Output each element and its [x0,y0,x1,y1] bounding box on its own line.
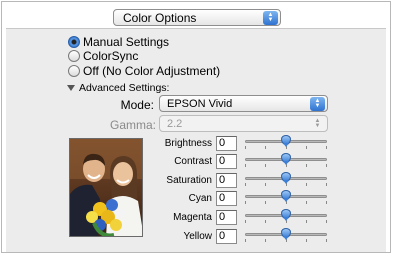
slider-tick [326,146,327,149]
slider-tick [265,164,267,167]
slider-tick [245,164,246,167]
saturation-slider[interactable] [245,172,327,186]
slider-tick [245,239,246,242]
magenta-field[interactable]: 0 [216,210,237,225]
magenta-slider[interactable] [245,209,327,223]
slider-tick [265,220,267,223]
mode-popup[interactable]: EPSON Vivid ▲ ▼ [159,95,328,112]
radio-off-label: Off (No Color Adjustment) [83,64,221,78]
slider-tick [305,164,307,167]
yellow-slider[interactable] [245,228,327,242]
slider-tick [326,201,327,204]
saturation-label: Saturation [166,175,212,186]
mode-label: Mode: [120,98,154,112]
advanced-settings-disclosure[interactable]: Advanced Settings: [67,82,169,94]
color-options-label: Color Options [123,10,197,25]
cyan-field[interactable]: 0 [216,191,237,206]
slider-tick [305,220,307,223]
slider-thumb-icon[interactable] [281,153,291,165]
radio-unselected-icon[interactable] [68,65,80,77]
saturation-field[interactable]: 0 [216,173,237,188]
gamma-label: Gamma: [110,118,157,132]
brightness-field[interactable]: 0 [216,136,237,151]
slider-tick [265,201,267,204]
advanced-settings-label: Advanced Settings: [79,82,170,94]
slider-tick [305,201,307,204]
mode-value: EPSON Vivid [167,97,233,110]
up-down-arrows-icon: ▲ ▼ [263,10,278,25]
yellow-field[interactable]: 0 [216,229,237,244]
slider-tick [305,146,307,149]
slider-tick [326,183,327,186]
gamma-value: 2.2 [167,117,183,130]
slider-tick [245,201,246,204]
slider-tick [265,146,267,149]
brightness-slider[interactable] [245,135,327,149]
up-down-arrows-icon: ▲ ▼ [310,96,325,111]
brightness-label: Brightness [164,138,212,149]
slider-thumb-icon[interactable] [281,190,291,202]
contrast-slider[interactable] [245,153,327,167]
slider-tick [326,164,327,167]
preview-image [69,138,143,237]
slider-thumb-icon[interactable] [281,135,291,147]
contrast-label: Contrast [174,156,212,167]
color-options-popup[interactable]: Color Options ▲ ▼ [113,9,281,26]
radio-manual-settings[interactable]: Manual Settings [68,35,169,49]
print-dialog-frame: Color Options ▲ ▼ Manual Settings ColorSy… [1,1,391,253]
slider-tick [265,183,267,186]
slider-tick [245,183,246,186]
contrast-field[interactable]: 0 [216,154,237,169]
yellow-label: Yellow [183,231,212,242]
cyan-label: Cyan [188,193,212,204]
slider-thumb-icon[interactable] [281,228,291,240]
slider-tick [265,239,267,242]
disclosure-triangle-icon[interactable] [67,85,75,91]
magenta-label: Magenta [173,212,212,223]
radio-unselected-icon[interactable] [68,50,80,62]
cyan-slider[interactable] [245,190,327,204]
radio-manual-settings-label: Manual Settings [83,35,170,49]
slider-tick [326,220,327,223]
up-down-arrows-icon: ▲ ▼ [314,117,321,129]
slider-thumb-icon[interactable] [281,172,291,184]
radio-off[interactable]: Off (No Color Adjustment) [68,64,220,78]
radio-colorsync-label: ColorSync [83,49,139,63]
slider-thumb-icon[interactable] [281,209,291,221]
radio-selected-icon[interactable] [68,36,80,48]
preview-photo-icon [70,139,142,236]
slider-tick [326,239,327,242]
slider-tick [305,239,307,242]
slider-tick [245,220,246,223]
radio-colorsync[interactable]: ColorSync [68,49,138,63]
gamma-popup: 2.2 ▲ ▼ [159,115,328,132]
slider-tick [245,146,246,149]
slider-tick [305,183,307,186]
